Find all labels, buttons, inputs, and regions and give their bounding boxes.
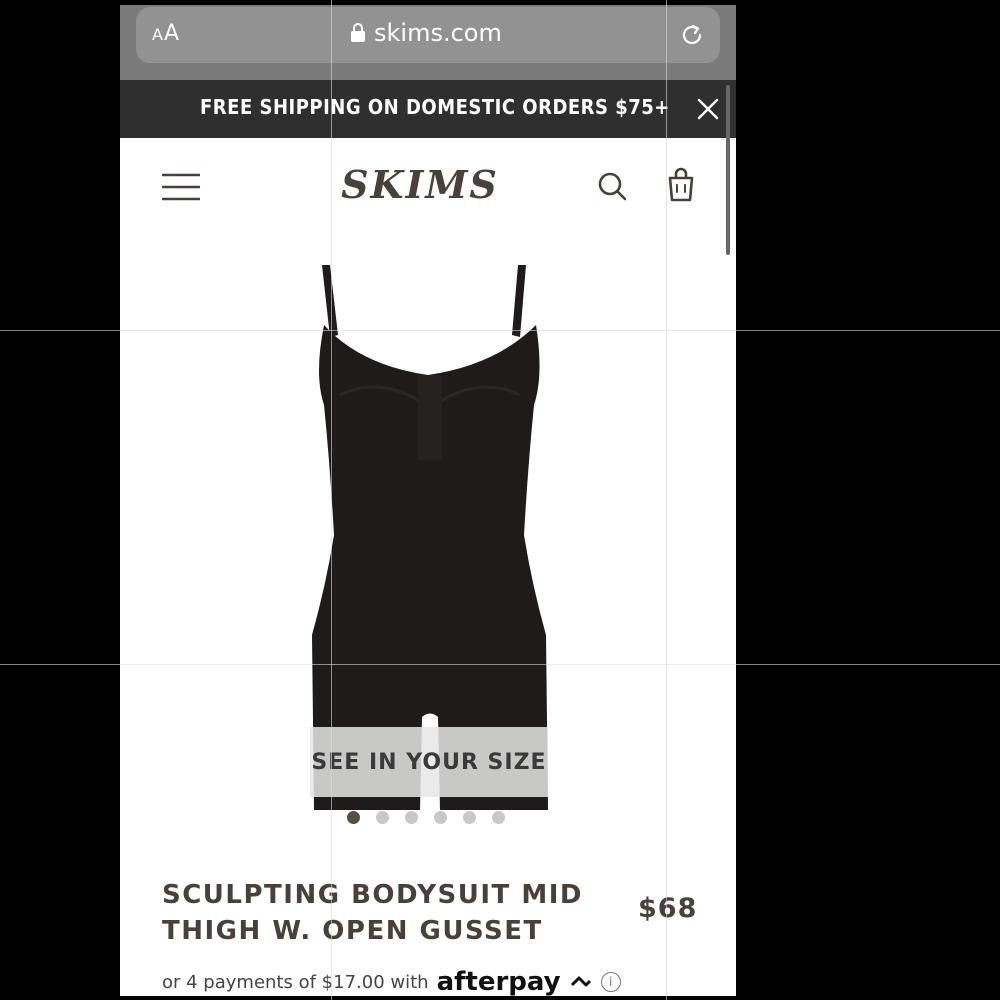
grid-line xyxy=(0,664,1000,665)
carousel-dot[interactable] xyxy=(405,811,418,824)
grid-line xyxy=(666,0,667,1000)
carousel-dot[interactable] xyxy=(347,811,360,824)
hamburger-menu-icon[interactable] xyxy=(162,172,200,202)
see-in-your-size-button[interactable]: SEE IN YOUR SIZE xyxy=(310,727,548,797)
address-bar[interactable]: AA skims.com xyxy=(136,7,720,63)
afterpay-arrows-icon xyxy=(570,976,591,987)
scrollbar[interactable] xyxy=(726,85,730,255)
close-icon[interactable] xyxy=(696,97,720,121)
image-carousel-dots xyxy=(347,811,505,824)
info-icon[interactable]: i xyxy=(600,972,621,992)
promo-text: FREE SHIPPING ON DOMESTIC ORDERS $75+ xyxy=(200,95,670,119)
carousel-dot[interactable] xyxy=(376,811,389,824)
shopping-bag-icon[interactable] xyxy=(666,166,696,202)
product-title: SCULPTING BODYSUIT MID THIGH W. OPEN GUS… xyxy=(162,880,583,946)
reload-icon[interactable] xyxy=(678,21,706,49)
product-price: $68 xyxy=(638,893,698,924)
carousel-dot[interactable] xyxy=(463,811,476,824)
site-header: SKIMS xyxy=(120,138,736,238)
promo-banner: FREE SHIPPING ON DOMESTIC ORDERS $75+ xyxy=(120,80,736,138)
grid-line xyxy=(331,0,332,1000)
grid-line xyxy=(0,330,1000,331)
carousel-dot[interactable] xyxy=(434,811,447,824)
browser-chrome: AA skims.com xyxy=(120,5,736,80)
carousel-dot[interactable] xyxy=(492,811,505,824)
mobile-page: AA skims.com FREE SHIPPING ON DOMESTIC O… xyxy=(120,5,736,996)
afterpay-installments: or 4 payments of $17.00 with afterpay i xyxy=(162,967,621,996)
afterpay-logo[interactable]: afterpay xyxy=(437,967,561,996)
installments-text: or 4 payments of $17.00 with xyxy=(162,971,429,993)
search-icon[interactable] xyxy=(596,170,628,202)
url-display[interactable]: skims.com xyxy=(350,19,502,47)
url-text: skims.com xyxy=(374,19,502,47)
text-size-button[interactable]: AA xyxy=(152,21,180,46)
brand-logo[interactable]: SKIMS xyxy=(340,160,500,210)
lock-icon xyxy=(351,23,365,42)
